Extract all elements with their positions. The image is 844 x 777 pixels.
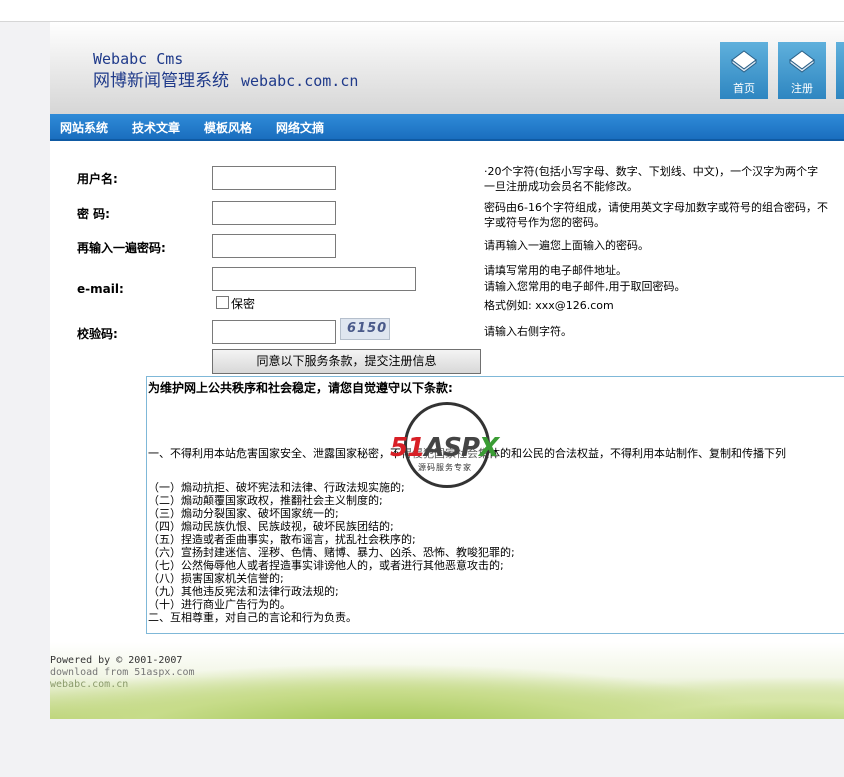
confirm-password-input[interactable] [212, 234, 336, 258]
terms-item: （一）煽动抗拒、破坏宪法和法律、行政法规实施的; [148, 481, 405, 494]
email-label: e-mail: [77, 282, 124, 296]
footer-download: download from 51aspx.com [50, 667, 195, 678]
site-header: Webabc Cms 网博新闻管理系统 webabc.com.cn 首页 注册 [50, 22, 844, 114]
book-icon [731, 50, 757, 73]
book-icon [789, 50, 815, 73]
captcha-label: 校验码: [77, 327, 118, 341]
submit-register-button[interactable]: 同意以下服务条款，提交注册信息 [212, 349, 481, 374]
nav-home-label: 首页 [733, 82, 755, 95]
browser-top-strip [0, 0, 844, 22]
password-input[interactable] [212, 201, 336, 225]
nav-register-label: 注册 [791, 82, 813, 95]
terms-title: 为维护网上公共秩序和社会稳定，请您自觉遵守以下条款: [148, 381, 453, 395]
terms-item: （六）宣扬封建迷信、淫秽、色情、赌博、暴力、凶杀、恐怖、教唆犯罪的; [148, 546, 515, 559]
secret-checkbox[interactable] [216, 296, 229, 309]
site-brand: Webabc Cms 网博新闻管理系统 webabc.com.cn [93, 50, 358, 93]
watermark-logo: 51ASPX 源码服务专家 [390, 402, 499, 492]
brand-name-en: Webabc Cms [93, 50, 184, 68]
terms-second: 二、互相尊重，对自己的言论和行为负责。 [148, 611, 357, 624]
terms-item: （十）进行商业广告行为的。 [148, 598, 291, 611]
email-input[interactable] [212, 267, 416, 291]
brand-title-cn: 网博新闻管理系统 [93, 71, 229, 91]
nav-home-button[interactable]: 首页 [720, 42, 768, 99]
nav-register-button[interactable]: 注册 [778, 42, 826, 99]
email-hint-3: 格式例如: xxx@126.com [484, 299, 614, 312]
email-hint-2: 请输入您常用的电子邮件,用于取回密码。 [484, 280, 686, 293]
footer-domain: webabc.com.cn [50, 679, 129, 690]
captcha-hint: 请输入右侧字符。 [484, 325, 572, 338]
email-hint-1: 请填写常用的电子邮件地址。 [484, 264, 627, 277]
footer-powered: Powered by © 2001-2007 [50, 655, 183, 666]
menu-item-tech-articles[interactable]: 技术文章 [132, 119, 180, 136]
terms-item: （四）煽动民族仇恨、民族歧视，破坏民族团结的; [148, 520, 394, 533]
password-label: 密 码: [77, 207, 110, 221]
menu-item-site-system[interactable]: 网站系统 [60, 119, 108, 136]
captcha-input[interactable] [212, 320, 336, 344]
captcha-code: 6150 [347, 321, 388, 336]
terms-box[interactable]: 为维护网上公共秩序和社会稳定，请您自觉遵守以下条款: 一、不得利用本站危害国家安… [146, 376, 844, 634]
terms-item: （三）煽动分裂国家、破坏国家统一的; [148, 507, 339, 520]
main-menu: 网站系统 技术文章 模板风格 网络文摘 [50, 114, 844, 141]
brand-domain: webabc.com.cn [241, 72, 359, 90]
username-input[interactable] [212, 166, 336, 190]
username-hint-2: 一旦注册成功会员名不能修改。 [484, 180, 638, 193]
terms-item: （九）其他违反宪法和法律行政法规的; [148, 585, 339, 598]
site-footer: Powered by © 2001-2007 download from 51a… [50, 642, 844, 719]
menu-item-digest[interactable]: 网络文摘 [276, 119, 324, 136]
terms-item: （二）煽动颠覆国家政权，推翻社会主义制度的; [148, 494, 383, 507]
brand-name-cn: 网博新闻管理系统 webabc.com.cn [93, 69, 358, 93]
confirm-password-hint: 请再输入一遍您上面输入的密码。 [484, 239, 649, 252]
menu-item-templates[interactable]: 模板风格 [204, 119, 252, 136]
nav-next-button[interactable] [836, 42, 844, 99]
terms-item: （七）公然侮辱他人或者捏造事实诽谤他人的，或者进行其他恶意攻击的; [148, 559, 504, 572]
watermark-tagline: 源码服务专家 [418, 463, 472, 472]
terms-item: （五）捏造或者歪曲事实，散布谣言，扰乱社会秩序的; [148, 533, 416, 546]
secret-checkbox-label: 保密 [231, 297, 256, 311]
captcha-image: 6150 [340, 318, 390, 340]
password-hint-2: 字或符号作为您的密码。 [484, 216, 605, 229]
watermark-mark: 51ASPX [390, 433, 499, 463]
password-hint-1: 密码由6-16个字符组成，请使用英文字母加数字或符号的组合密码，不 [484, 201, 828, 214]
username-hint-1: ·20个字符(包括小写字母、数字、下划线、中文)，一个汉字为两个字 [484, 165, 819, 178]
confirm-password-label: 再输入一遍密码: [77, 241, 166, 255]
page-container: Webabc Cms 网博新闻管理系统 webabc.com.cn 首页 注册 网… [50, 22, 844, 719]
username-label: 用户名: [77, 172, 118, 186]
terms-item: （八）损害国家机关信誉的; [148, 572, 284, 585]
